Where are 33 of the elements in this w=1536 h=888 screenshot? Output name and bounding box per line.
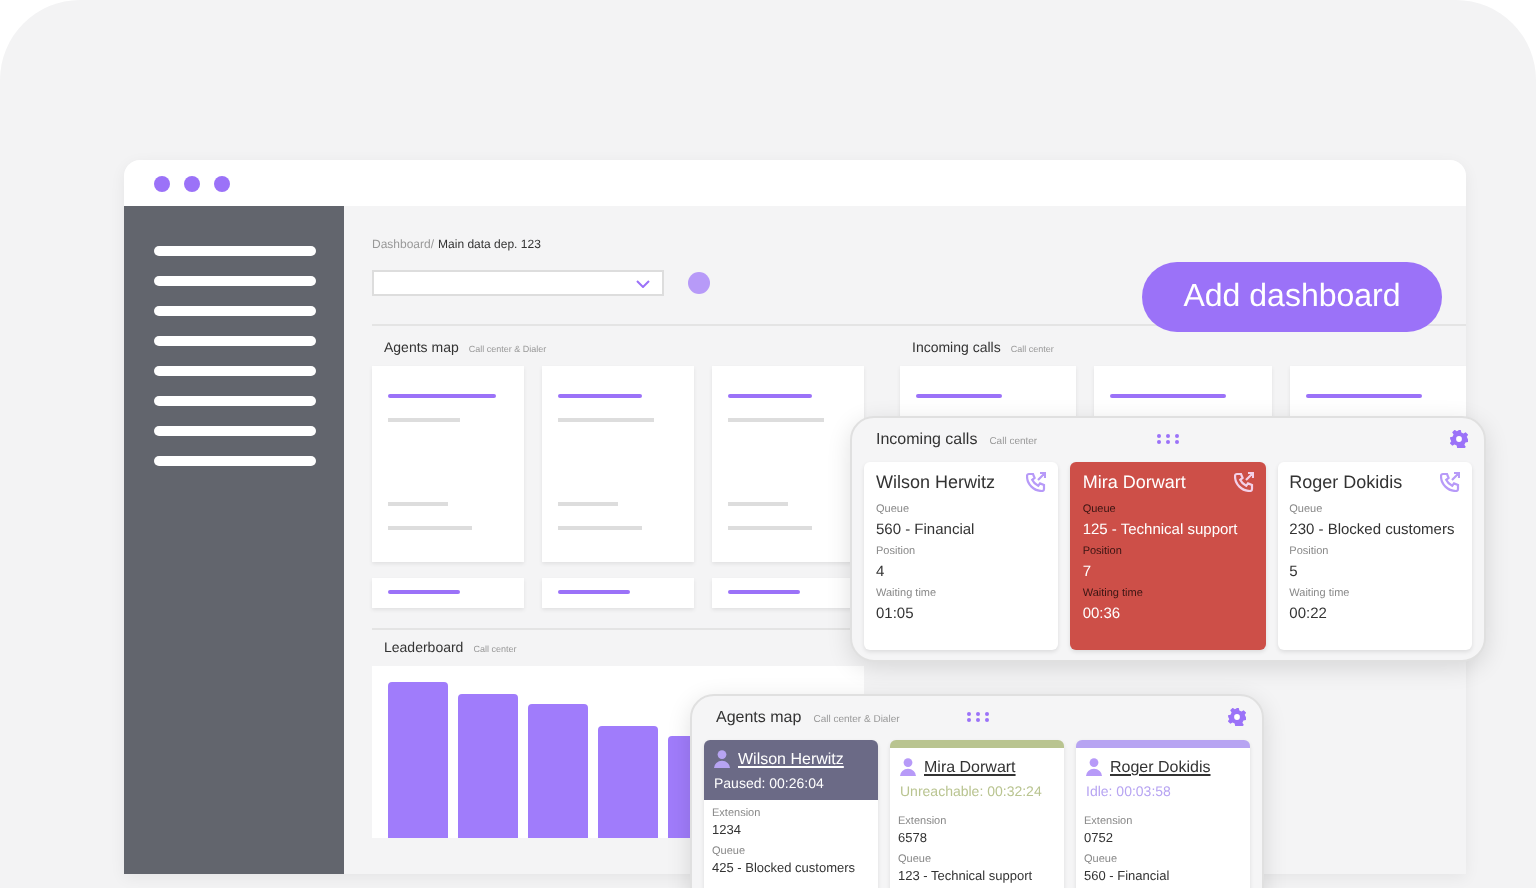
window-dots-icon (154, 175, 230, 191)
widget-title: Agents map (716, 708, 802, 726)
chevron-down-icon (636, 279, 650, 287)
sidebar-item[interactable] (153, 246, 315, 256)
phone-icon (1026, 472, 1047, 492)
agent-name-link[interactable]: Wilson Herwitz (738, 750, 844, 768)
chart-bar (458, 694, 518, 838)
caller-name: Wilson Herwitz (876, 472, 996, 492)
agent-name-link[interactable]: Mira Dorwart (924, 758, 1016, 776)
drag-handle-icon[interactable] (966, 712, 988, 722)
status-dot (688, 272, 710, 294)
person-icon (714, 750, 730, 768)
chart-bar (528, 703, 588, 838)
phone-icon (1439, 472, 1460, 492)
sidebar-item[interactable] (153, 396, 315, 406)
caller-name: Mira Dorwart (1082, 472, 1186, 492)
drag-handle-icon[interactable] (1157, 434, 1179, 444)
person-icon (900, 758, 916, 776)
sidebar-item[interactable] (153, 366, 315, 376)
dropdown-field[interactable] (372, 270, 664, 296)
sidebar-item[interactable] (153, 456, 315, 466)
agent-name-link[interactable]: Roger Dokidis (1110, 758, 1211, 776)
settings-icon[interactable] (1228, 708, 1246, 726)
chart-bar (598, 725, 658, 838)
person-icon (1086, 758, 1102, 776)
phone-icon (1233, 472, 1254, 492)
widget-title: Incoming calls (876, 430, 978, 448)
sidebar-item[interactable] (153, 336, 315, 346)
sidebar-item[interactable] (153, 276, 315, 286)
sidebar-item[interactable] (153, 426, 315, 436)
caller-name: Roger Dokidis (1289, 472, 1403, 492)
settings-icon[interactable] (1450, 430, 1468, 448)
sidebar-item[interactable] (153, 306, 315, 316)
